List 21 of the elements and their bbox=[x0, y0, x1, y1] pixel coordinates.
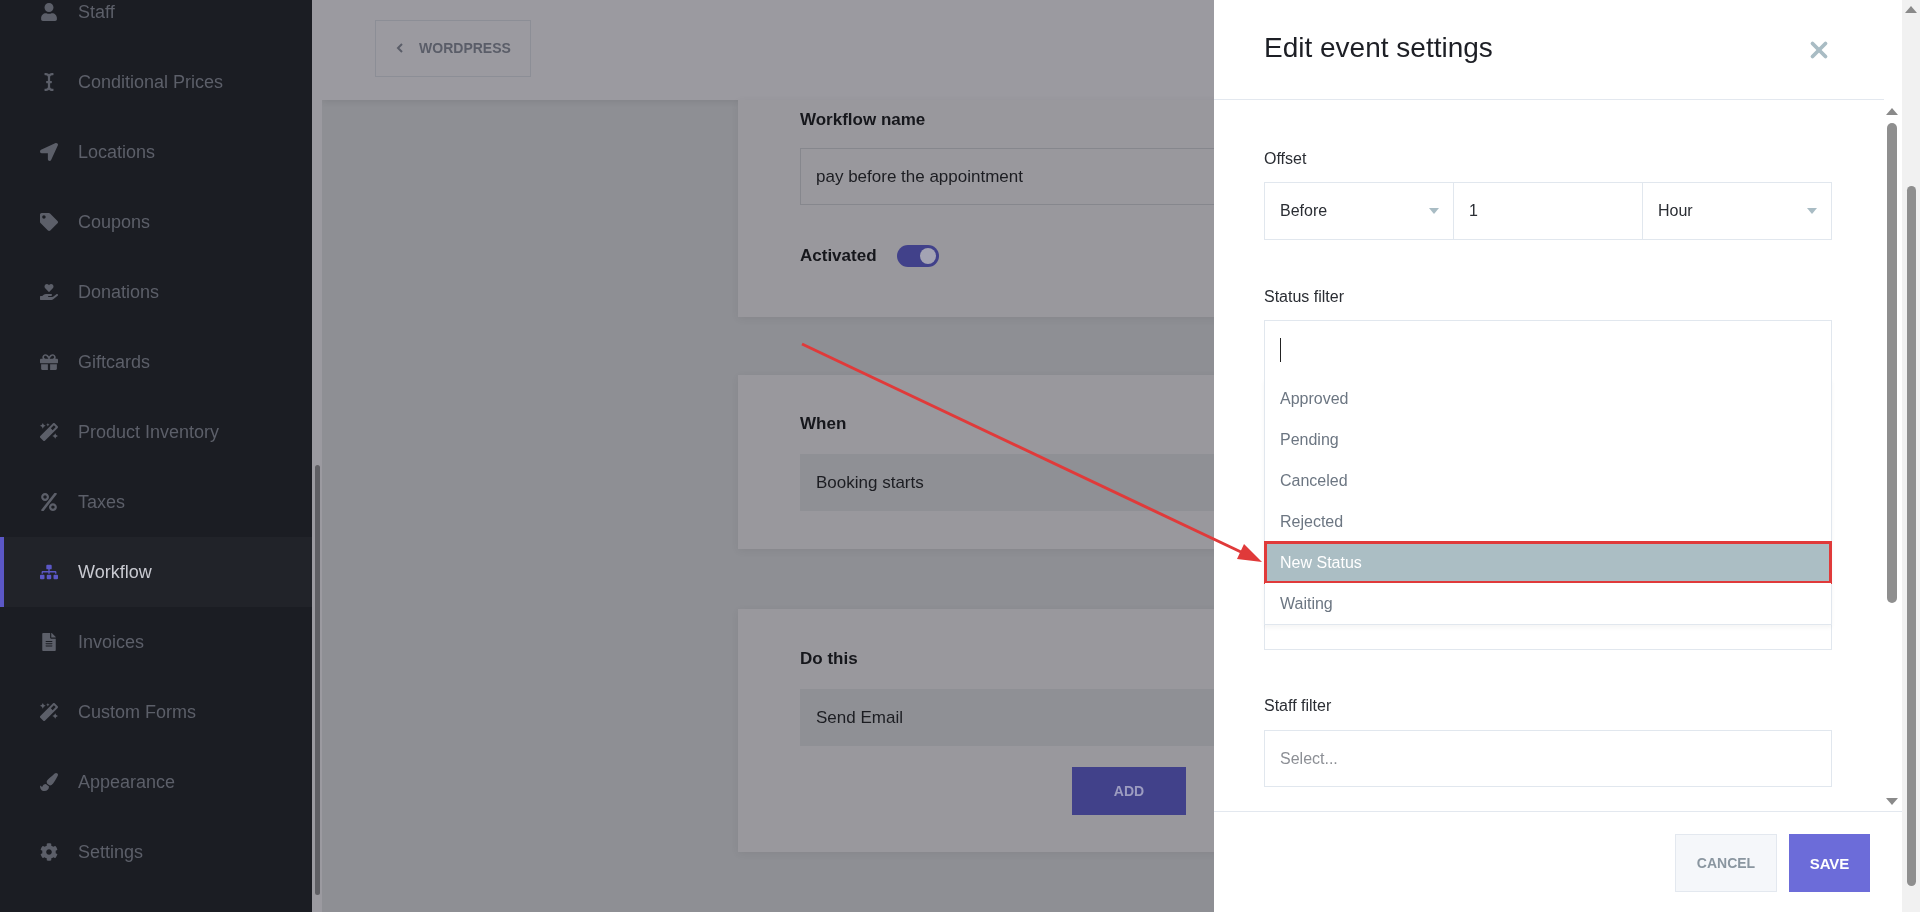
sidebar-item-label: Locations bbox=[78, 141, 156, 163]
sidebar-item-label: Settings bbox=[78, 841, 144, 863]
field-label: Do this bbox=[800, 648, 859, 670]
sidebar-item-label: Coupons bbox=[78, 211, 151, 233]
field-label: Status filter bbox=[1264, 287, 1346, 307]
toggle-label: Activated bbox=[800, 245, 877, 267]
field-label: Staff filter bbox=[1264, 696, 1333, 716]
sidebar-item-label: Appearance bbox=[78, 771, 176, 793]
field-label: Workflow name bbox=[800, 109, 927, 131]
panel-title: Edit event settings bbox=[1264, 31, 1493, 64]
field-label: Offset bbox=[1264, 149, 1308, 169]
sidebar-item-label: Workflow bbox=[78, 561, 152, 583]
sidebar-item-label: Invoices bbox=[78, 631, 145, 653]
sidebar-item-label: Staff bbox=[78, 1, 115, 23]
sidebar-item-label: Product Inventory bbox=[78, 421, 220, 443]
field-label: When bbox=[800, 413, 848, 435]
sidebar-item-label: Donations bbox=[78, 281, 160, 303]
sidebar-item-label: Taxes bbox=[78, 491, 126, 513]
sidebar-item-label: Giftcards bbox=[78, 351, 151, 373]
sidebar-item-label: Conditional Prices bbox=[78, 71, 224, 93]
sidebar-item-label: Custom Forms bbox=[78, 701, 196, 723]
